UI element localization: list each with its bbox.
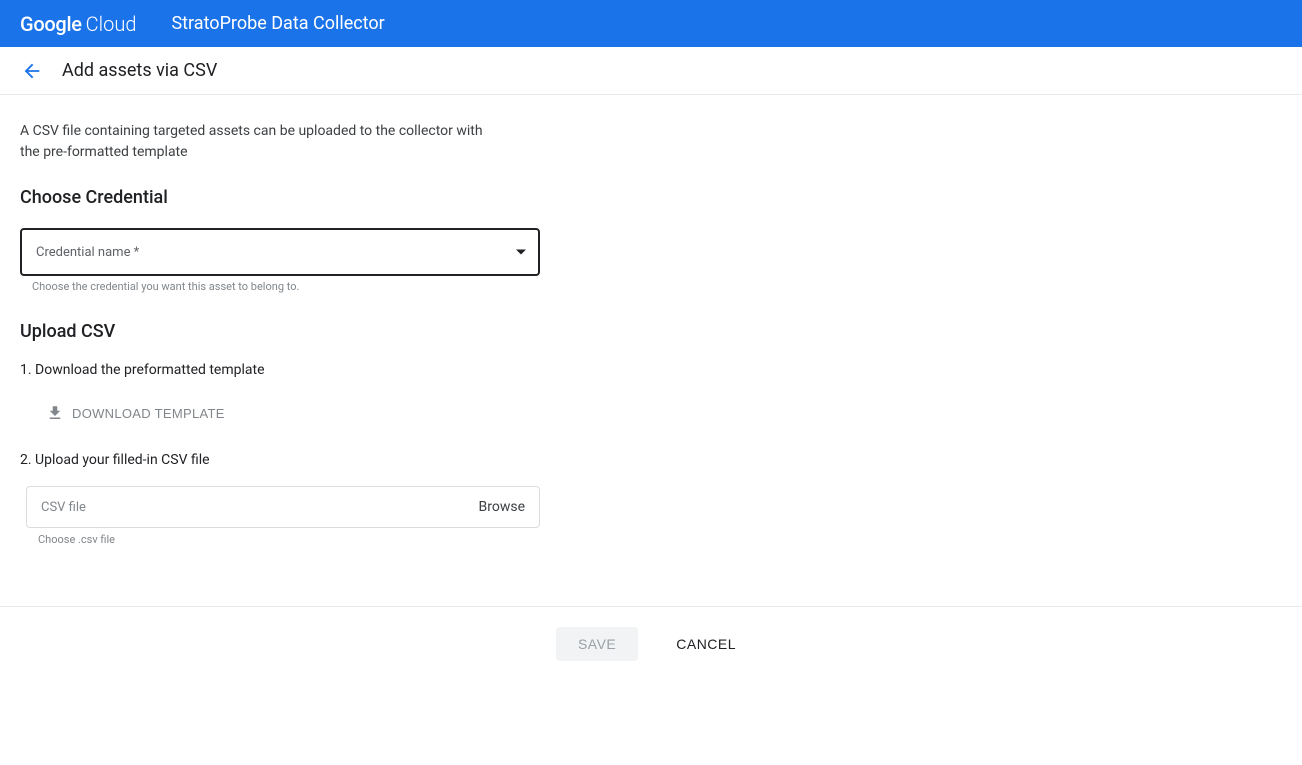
caret-down-icon [516, 250, 526, 255]
top-bar: Google Cloud StratoProbe Data Collector [0, 0, 1302, 47]
credential-select-wrapper: Credential name * [20, 228, 540, 276]
upload-step-1: 1. Download the preformatted template [20, 362, 540, 378]
footer-actions: SAVE CANCEL [0, 607, 1302, 681]
credential-select[interactable]: Credential name * [20, 228, 540, 276]
logo[interactable]: Google Cloud [20, 12, 136, 36]
page-title: Add assets via CSV [62, 60, 217, 81]
cancel-button[interactable]: CANCEL [666, 627, 746, 661]
logo-cloud-text: Cloud [86, 12, 137, 36]
csv-file-helper: Choose .csv file [38, 533, 540, 546]
arrow-left-icon [21, 60, 43, 82]
csv-file-placeholder: CSV file [41, 500, 86, 515]
csv-file-input[interactable]: CSV file Browse [26, 486, 540, 528]
main-content: A CSV file containing targeted assets ca… [0, 95, 560, 576]
csv-file-wrapper: CSV file Browse Choose .csv file [26, 486, 540, 546]
app-title: StratoProbe Data Collector [171, 13, 384, 34]
page-description: A CSV file containing targeted assets ca… [20, 121, 500, 163]
credential-helper-text: Choose the credential you want this asse… [32, 280, 540, 293]
upload-heading: Upload CSV [20, 321, 540, 342]
download-template-button[interactable]: DOWNLOAD TEMPLATE [34, 396, 237, 430]
page-header: Add assets via CSV [0, 47, 1302, 95]
credential-select-label: Credential name * [36, 245, 139, 260]
save-button[interactable]: SAVE [556, 627, 638, 661]
logo-google-text: Google [20, 12, 82, 36]
back-arrow-button[interactable] [20, 59, 44, 83]
download-template-label: DOWNLOAD TEMPLATE [72, 406, 225, 421]
upload-step-2: 2. Upload your filled-in CSV file [20, 452, 540, 468]
download-icon [46, 404, 64, 422]
browse-button[interactable]: Browse [479, 499, 525, 515]
credential-heading: Choose Credential [20, 187, 540, 208]
